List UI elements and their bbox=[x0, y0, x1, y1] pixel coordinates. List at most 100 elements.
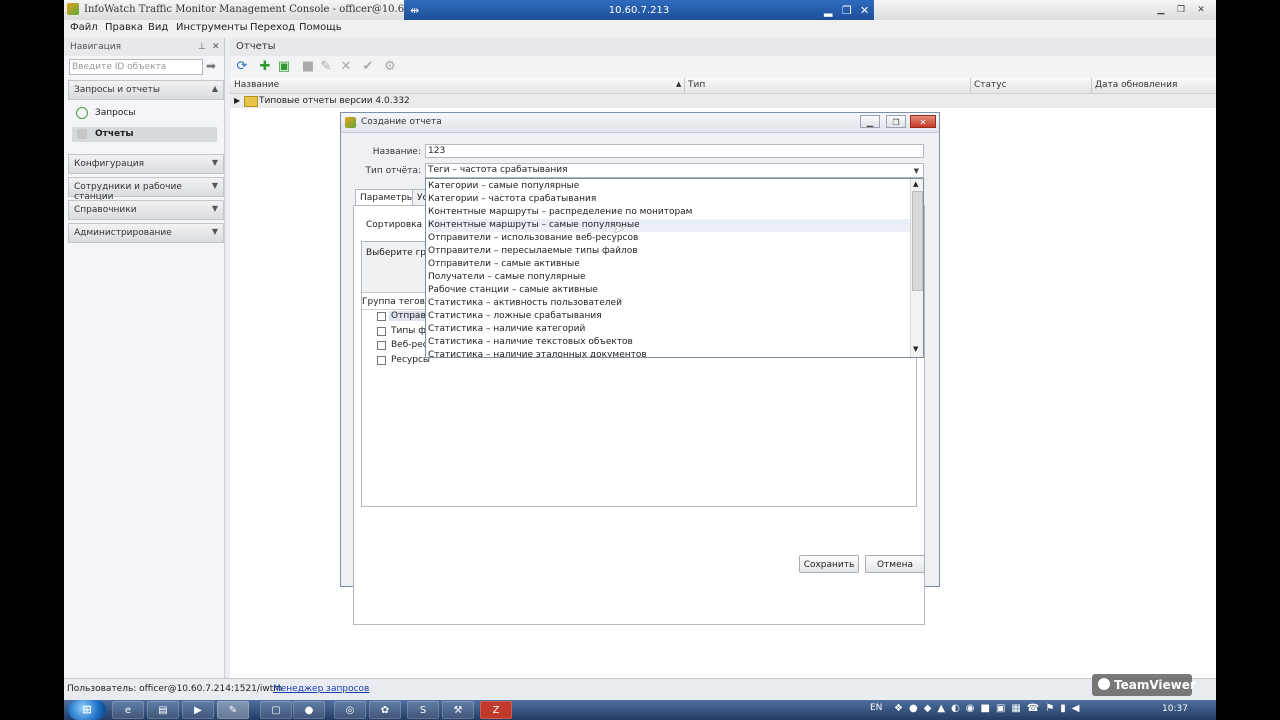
dropdown-option[interactable]: Отправители – самые активные bbox=[428, 258, 580, 271]
dropdown-arrow-icon[interactable]: ▼ bbox=[914, 165, 919, 177]
media-player-icon[interactable]: ▶ bbox=[182, 701, 214, 719]
dropdown-option[interactable]: Статистика – наличие эталонных документо… bbox=[428, 349, 647, 357]
tools-icon[interactable]: ⚒ bbox=[442, 701, 474, 719]
filezilla-icon[interactable]: Z bbox=[480, 701, 512, 719]
object-id-input[interactable]: Введите ID объекта bbox=[69, 59, 203, 75]
column-divider bbox=[970, 78, 971, 93]
grid-header: Название ▲ Тип Статус Дата обновления bbox=[230, 78, 1216, 94]
checkbox[interactable] bbox=[377, 312, 386, 321]
print-icon[interactable]: ■ bbox=[300, 59, 316, 75]
scroll-thumb[interactable] bbox=[912, 191, 923, 291]
column-updated[interactable]: Дата обновления bbox=[1095, 80, 1177, 90]
dropdown-option[interactable]: Статистика – ложные срабатывания bbox=[428, 310, 602, 323]
add-icon[interactable]: ✚ bbox=[257, 59, 273, 75]
ie-icon[interactable]: e bbox=[112, 701, 144, 719]
dropdown-option[interactable]: Контентные маршруты – распределение по м… bbox=[428, 206, 692, 219]
expand-arrow-icon[interactable]: ▶ bbox=[234, 96, 240, 105]
tree-row-label: Типовые отчеты версии 4.0.332 bbox=[259, 96, 410, 106]
nav-close-icon[interactable]: ✕ bbox=[212, 42, 220, 52]
section-directories[interactable]: Справочники ▼ bbox=[68, 200, 224, 220]
nav-item-requests[interactable]: Запросы bbox=[95, 108, 135, 118]
tab-parameters[interactable]: Параметры bbox=[355, 189, 419, 205]
section-label: Администрирование bbox=[74, 228, 172, 238]
menu-tools[interactable]: Инструменты bbox=[176, 22, 248, 33]
teamviewer-logo-icon bbox=[1098, 678, 1110, 690]
go-arrow-icon[interactable]: ➡ bbox=[206, 59, 216, 73]
iw-console-icon[interactable]: ✎ bbox=[217, 701, 249, 719]
dropdown-option-hover[interactable]: Контентные маршруты – самые популярные bbox=[428, 219, 910, 232]
menu-file[interactable]: Файл bbox=[70, 22, 98, 33]
teamviewer-badge: TeamViewer bbox=[1092, 674, 1196, 696]
dropdown-option[interactable]: Статистика – наличие текстовых объектов bbox=[428, 336, 633, 349]
section-label: Справочники bbox=[74, 205, 137, 215]
cancel-button[interactable]: Отмена bbox=[865, 555, 925, 573]
scroll-up-icon[interactable]: ▲ bbox=[913, 180, 918, 188]
dropdown-option[interactable]: Статистика – наличие категорий bbox=[428, 323, 585, 336]
start-button[interactable]: ⊞ bbox=[68, 700, 106, 720]
column-divider bbox=[1091, 78, 1092, 93]
dialog-close-button[interactable]: ✕ bbox=[910, 115, 936, 128]
nav-item-reports: Отчеты bbox=[95, 129, 134, 139]
dropdown-option[interactable]: Категории – самые популярные bbox=[428, 180, 579, 193]
menu-help[interactable]: Помощь bbox=[299, 22, 342, 33]
menu-edit[interactable]: Правка bbox=[105, 22, 143, 33]
save-button[interactable]: Сохранить bbox=[799, 555, 859, 573]
dropdown-option[interactable]: Отправители – использование веб-ресурсов bbox=[428, 232, 638, 245]
dropdown-option[interactable]: Рабочие станции – самые активные bbox=[428, 284, 598, 297]
column-type[interactable]: Тип bbox=[688, 80, 705, 90]
checkbox[interactable] bbox=[377, 341, 386, 350]
report-type-select[interactable]: Теги – частота срабатывания ▼ bbox=[425, 163, 924, 178]
column-name[interactable]: Название bbox=[234, 80, 279, 90]
type-label: Тип отчёта: bbox=[365, 166, 422, 176]
delete-icon[interactable]: ✕ bbox=[338, 59, 354, 75]
dropdown-option[interactable]: Получатели – самые популярные bbox=[428, 271, 586, 284]
check-icon[interactable]: ✔ bbox=[360, 59, 376, 75]
checkbox[interactable] bbox=[377, 356, 386, 365]
section-requests-reports[interactable]: Запросы и отчеты ▲ bbox=[68, 80, 224, 100]
remote-close-icon[interactable]: ✕ bbox=[860, 4, 869, 17]
chrome-icon[interactable]: ◎ bbox=[334, 701, 366, 719]
nav-item-reports-highlight[interactable]: Отчеты bbox=[72, 127, 217, 142]
dropdown-option[interactable]: Отправители – пересылаемые типы файлов bbox=[428, 245, 638, 258]
window-minimize-button[interactable]: ▁ bbox=[1152, 4, 1170, 16]
menu-go[interactable]: Переход bbox=[250, 22, 295, 33]
add-folder-icon[interactable]: ▣ bbox=[276, 59, 292, 75]
refresh-icon[interactable]: ⟳ bbox=[234, 59, 250, 75]
chevron-down-icon: ▼ bbox=[211, 158, 218, 167]
tray-icons[interactable]: ❖●◆▲◐◉■▣▦☎⚑▮◀ bbox=[894, 703, 1085, 714]
teamviewer-label: TeamViewer bbox=[1114, 678, 1196, 692]
remote-restore-icon[interactable]: ❐ bbox=[842, 4, 852, 17]
run-icon[interactable]: ⚙ bbox=[382, 59, 398, 75]
scroll-down-icon[interactable]: ▼ bbox=[913, 345, 918, 353]
section-administration[interactable]: Администрирование ▼ bbox=[68, 223, 224, 243]
window-maximize-button[interactable]: ❐ bbox=[1172, 4, 1190, 16]
app-icon bbox=[67, 3, 79, 15]
checkbox[interactable] bbox=[377, 327, 386, 336]
name-input[interactable]: 123 bbox=[425, 144, 924, 158]
windows-taskbar: ⊞ e ▤ ▶ ✎ ▢ ● ◎ ✿ S ⚒ Z EN ❖●◆▲◐◉■▣▦☎⚑▮◀… bbox=[64, 700, 1216, 720]
navigation-panel: Навигация ⊥ ✕ Введите ID объекта ➡ Запро… bbox=[64, 38, 225, 678]
dropdown-option[interactable]: Статистика – активность пользователей bbox=[428, 297, 622, 310]
reports-header: Отчеты bbox=[230, 38, 1216, 56]
folder-icon[interactable]: ▢ bbox=[260, 701, 292, 719]
query-manager-link[interactable]: Менеджер запросов bbox=[273, 684, 369, 694]
section-label: Конфигурация bbox=[74, 159, 144, 169]
language-indicator[interactable]: EN bbox=[870, 703, 882, 713]
tree-row[interactable]: ▶ Типовые отчеты версии 4.0.332 bbox=[230, 94, 1216, 108]
green-app-icon[interactable]: ✿ bbox=[369, 701, 401, 719]
dialog-maximize-button[interactable]: ❐ bbox=[886, 115, 906, 128]
dropdown-scrollbar[interactable]: ▲ ▼ bbox=[910, 179, 923, 357]
explorer-icon[interactable]: ▤ bbox=[147, 701, 179, 719]
dialog-minimize-button[interactable]: ▁ bbox=[860, 115, 880, 128]
window-close-button[interactable]: ✕ bbox=[1192, 4, 1210, 16]
pin-icon[interactable]: ⊥ bbox=[198, 42, 206, 52]
menu-view[interactable]: Вид bbox=[148, 22, 168, 33]
skype-icon[interactable]: S bbox=[407, 701, 439, 719]
column-status[interactable]: Статус bbox=[974, 80, 1007, 90]
remote-minimize-icon[interactable]: ▂ bbox=[824, 4, 832, 17]
dropdown-option[interactable]: Категории – частота срабатывания bbox=[428, 193, 596, 206]
section-employees[interactable]: Сотрудники и рабочие станции ▼ bbox=[68, 177, 224, 202]
section-configuration[interactable]: Конфигурация ▼ bbox=[68, 154, 224, 174]
edit-icon[interactable]: ✎ bbox=[318, 59, 334, 75]
green-app-icon[interactable]: ● bbox=[293, 701, 325, 719]
